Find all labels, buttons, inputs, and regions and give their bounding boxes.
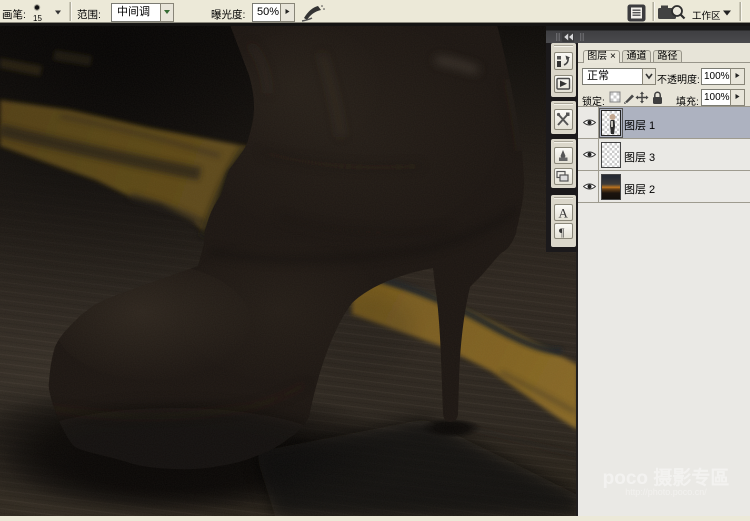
svg-text:15: 15 — [33, 14, 42, 23]
svg-text:¶: ¶ — [559, 225, 565, 238]
svg-text:A: A — [559, 206, 569, 221]
